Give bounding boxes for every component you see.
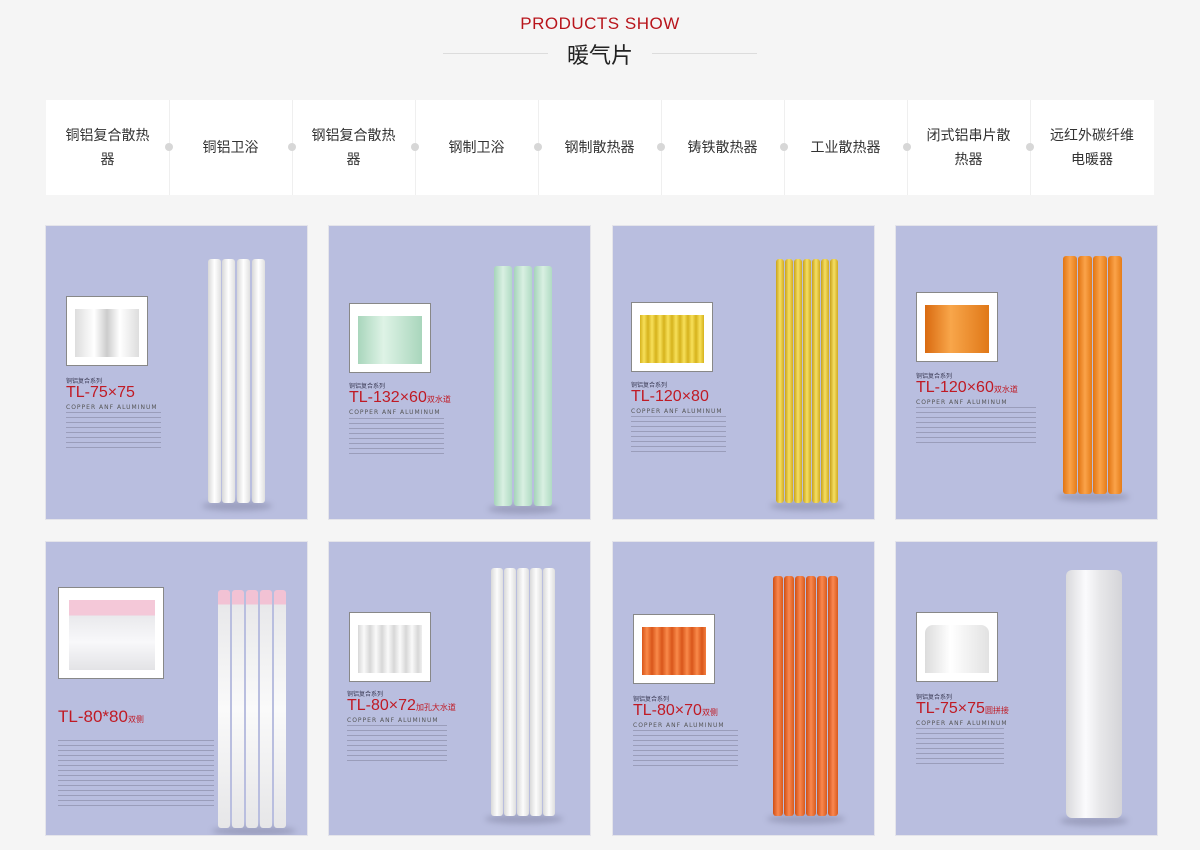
spec-table	[349, 418, 444, 458]
radiator-image	[1057, 256, 1129, 502]
radiator-image	[202, 259, 272, 511]
product-card[interactable]: 铜铝复合系列 TL-120×80 COPPER ANF ALUMINUM	[613, 226, 874, 519]
product-model: TL-132×60双水道	[349, 389, 451, 406]
category-tabs: 铜铝复合散热器 铜铝卫浴 钢铝复合散热器 钢制卫浴 钢制散热器 铸铁散热器 工业…	[46, 100, 1154, 195]
spec-table	[66, 412, 161, 452]
tab-copper-aluminum-bathroom[interactable]: 铜铝卫浴	[169, 100, 292, 195]
tab-label: 铜铝复合散热器	[65, 127, 150, 168]
tab-steel-bathroom[interactable]: 钢制卫浴	[415, 100, 538, 195]
product-card[interactable]: 铜铝复合系列 TL-80×72加孔大水道 COPPER ANF ALUMINUM	[329, 542, 590, 835]
radiator-image	[1060, 570, 1128, 826]
product-subtitle: COPPER ANF ALUMINUM	[916, 720, 1008, 727]
section-title-en: PRODUCTS SHOW	[520, 14, 680, 33]
radiator-image	[767, 576, 845, 824]
product-detail-image	[58, 587, 164, 679]
spec-table	[631, 416, 726, 456]
spec-table	[347, 725, 447, 765]
product-model: TL-120×80	[631, 388, 709, 405]
product-card[interactable]: 铜铝复合系列 TL-132×60双水道 COPPER ANF ALUMINUM	[329, 226, 590, 519]
product-subtitle: COPPER ANF ALUMINUM	[66, 404, 158, 411]
product-model: TL-75×75	[66, 384, 135, 401]
product-subtitle: COPPER ANF ALUMINUM	[916, 399, 1008, 406]
tab-label: 钢制卫浴	[448, 139, 505, 156]
tab-copper-aluminum-radiator[interactable]: 铜铝复合散热器	[46, 100, 169, 195]
spec-table	[58, 740, 214, 810]
tab-label: 铜铝卫浴	[202, 139, 259, 156]
section-title-row: 暖气片	[0, 38, 1200, 72]
product-detail-image	[349, 303, 431, 373]
product-subtitle: COPPER ANF ALUMINUM	[631, 408, 723, 415]
tab-steel-radiator[interactable]: 钢制散热器	[538, 100, 661, 195]
tab-cast-iron-radiator[interactable]: 铸铁散热器	[661, 100, 784, 195]
radiator-image	[770, 259, 844, 511]
product-detail-image	[631, 302, 713, 372]
product-card[interactable]: 铜铝复合系列 TL-80×70双侧 COPPER ANF ALUMINUM	[613, 542, 874, 835]
radiator-image	[488, 266, 558, 514]
product-card[interactable]: TL-80*80双侧	[46, 542, 307, 835]
tab-label: 铸铁散热器	[687, 139, 758, 156]
product-subtitle: COPPER ANF ALUMINUM	[633, 722, 725, 729]
product-card[interactable]: 铜铝复合系列 TL-120×60双水道 COPPER ANF ALUMINUM	[896, 226, 1157, 519]
tab-label: 钢制散热器	[564, 139, 635, 156]
spec-table	[916, 728, 1004, 768]
product-subtitle: COPPER ANF ALUMINUM	[349, 409, 441, 416]
product-model: TL-80×70双侧	[633, 702, 718, 719]
tab-label: 闭式铝串片散热器	[926, 127, 1011, 168]
product-model: TL-75×75圆拼接	[916, 700, 1009, 717]
product-model: TL-80×72加孔大水道	[347, 697, 456, 714]
product-subtitle: COPPER ANF ALUMINUM	[347, 717, 439, 724]
product-card[interactable]: 铜铝复合系列 TL-75×75圆拼接 COPPER ANF ALUMINUM	[896, 542, 1157, 835]
tab-closed-aluminum-fin-radiator[interactable]: 闭式铝串片散热器	[907, 100, 1030, 195]
tab-label: 工业散热器	[810, 139, 881, 156]
product-detail-image	[349, 612, 431, 682]
tab-steel-aluminum-radiator[interactable]: 钢铝复合散热器	[292, 100, 415, 195]
product-detail-image	[916, 292, 998, 362]
radiator-image	[212, 590, 296, 835]
section-title-cn: 暖气片	[566, 44, 633, 69]
section-header: PRODUCTS SHOW 暖气片	[0, 0, 1200, 90]
radiator-image	[485, 568, 563, 824]
tab-label: 远红外碳纤维电暖器	[1050, 127, 1134, 168]
tab-label: 钢铝复合散热器	[311, 127, 396, 168]
tab-industrial-radiator[interactable]: 工业散热器	[784, 100, 907, 195]
product-detail-image	[66, 296, 148, 366]
product-model: TL-120×60双水道	[916, 379, 1018, 396]
product-card[interactable]: 铜铝复合系列 TL-75×75 COPPER ANF ALUMINUM	[46, 226, 307, 519]
spec-table	[633, 730, 738, 770]
spec-table	[916, 407, 1036, 447]
product-model: TL-80*80双侧	[58, 707, 144, 726]
product-detail-image	[916, 612, 998, 682]
tab-carbon-fiber-heater[interactable]: 远红外碳纤维电暖器	[1030, 100, 1154, 195]
product-detail-image	[633, 614, 715, 684]
